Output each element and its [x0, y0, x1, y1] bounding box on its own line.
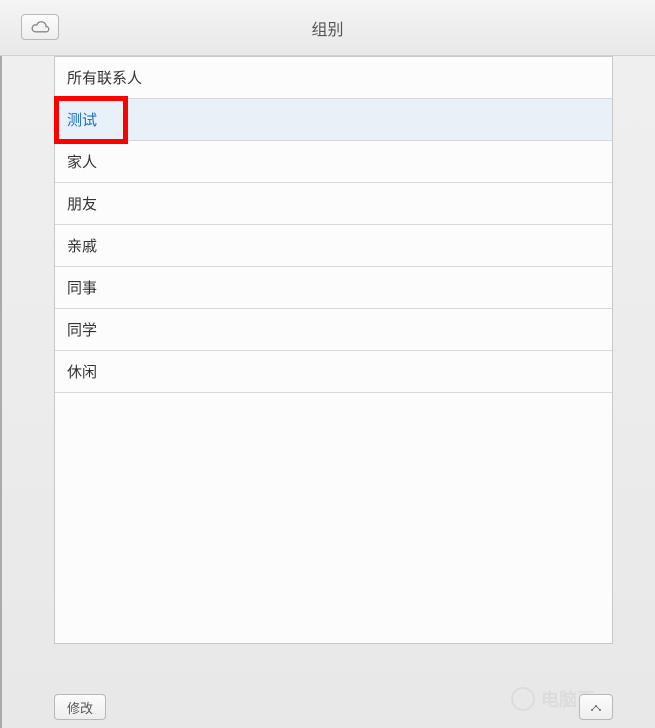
- group-item[interactable]: 休闲: [55, 351, 612, 393]
- footer-bar: 修改: [54, 694, 613, 720]
- group-item-label: 休闲: [67, 361, 97, 382]
- header-bar: 组别: [0, 0, 655, 56]
- edit-button[interactable]: 修改: [54, 694, 106, 720]
- group-item[interactable]: 同学: [55, 309, 612, 351]
- group-item[interactable]: 测试: [55, 99, 612, 141]
- group-item[interactable]: 家人: [55, 141, 612, 183]
- more-button[interactable]: [579, 694, 613, 720]
- group-item-label: 测试: [67, 109, 97, 130]
- group-list: 所有联系人测试家人朋友亲戚同事同学休闲: [54, 56, 613, 644]
- cloud-icon: [29, 20, 51, 34]
- more-icon: [589, 700, 603, 714]
- group-item-label: 家人: [67, 151, 97, 172]
- group-item[interactable]: 所有联系人: [55, 57, 612, 99]
- group-item-label: 同事: [67, 277, 97, 298]
- group-item-label: 亲戚: [67, 235, 97, 256]
- window-edge: [0, 0, 2, 728]
- group-item[interactable]: 同事: [55, 267, 612, 309]
- group-item-label: 同学: [67, 319, 97, 340]
- page-title: 组别: [0, 16, 655, 40]
- group-item-label: 朋友: [67, 193, 97, 214]
- cloud-button[interactable]: [21, 14, 59, 40]
- group-item[interactable]: 朋友: [55, 183, 612, 225]
- group-item[interactable]: 亲戚: [55, 225, 612, 267]
- group-item-label: 所有联系人: [67, 67, 142, 88]
